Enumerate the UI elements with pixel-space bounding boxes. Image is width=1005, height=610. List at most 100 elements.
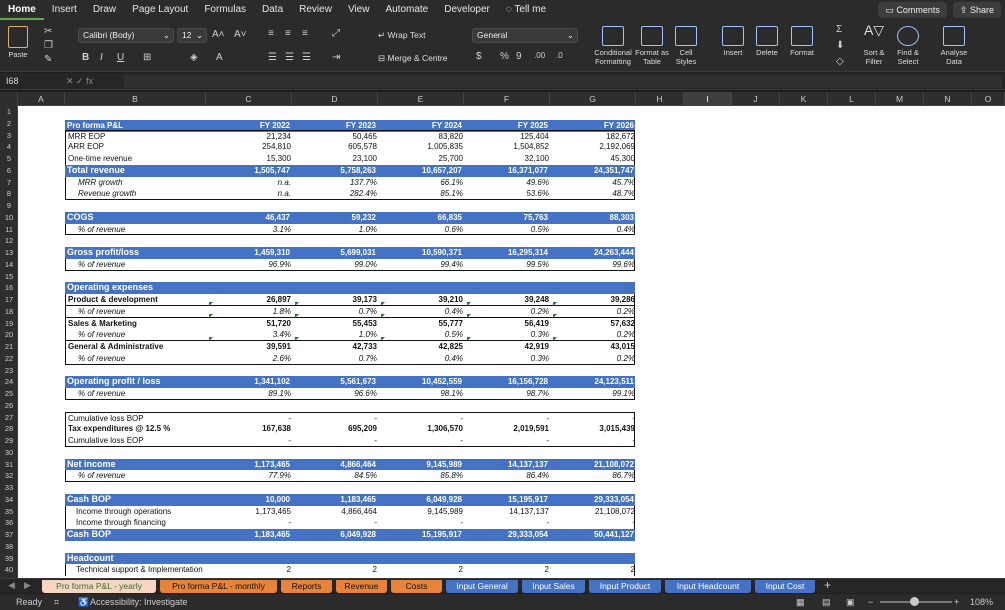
row-header[interactable]: 27 <box>0 412 17 424</box>
value-cell[interactable]: 21,108,072 <box>550 459 634 471</box>
row-header[interactable]: 8 <box>0 188 17 200</box>
tab-reports[interactable]: Reports <box>281 580 332 593</box>
row-label[interactable]: % of revenue <box>68 470 207 482</box>
italic-icon[interactable]: I <box>100 52 103 63</box>
value-cell[interactable]: 1,306,570 <box>379 423 463 435</box>
row-label[interactable]: Operating profit / loss <box>67 376 206 388</box>
value-cell[interactable]: 16,295,314 <box>464 247 548 259</box>
col-header-l[interactable]: L <box>828 92 876 106</box>
col-header-i[interactable]: I <box>684 92 732 106</box>
align-top-icon[interactable]: ≡ <box>268 28 274 39</box>
value-cell[interactable]: 2.6% <box>207 353 291 365</box>
col-header-c[interactable]: C <box>206 92 292 106</box>
row-header[interactable]: 28 <box>0 423 17 435</box>
value-cell[interactable]: 2 <box>293 564 377 576</box>
percent-icon[interactable]: % <box>500 51 509 62</box>
row-header[interactable]: 15 <box>0 271 17 283</box>
row-label[interactable]: One-time revenue <box>68 153 207 165</box>
value-cell[interactable]: 89.1% <box>207 388 291 400</box>
value-cell[interactable]: - <box>293 435 377 447</box>
value-cell[interactable]: 66.1% <box>379 177 463 189</box>
tab-revenue[interactable]: Revenue <box>336 580 387 593</box>
row-label[interactable]: MRR growth <box>68 177 207 189</box>
value-cell[interactable]: - <box>465 435 549 447</box>
value-cell[interactable]: 45,300 <box>551 153 635 165</box>
value-cell[interactable]: 1,005,835 <box>379 141 463 153</box>
value-cell[interactable]: 39,173 <box>293 294 377 306</box>
error-indicator[interactable] <box>295 337 299 341</box>
value-cell[interactable]: 24,123,511 <box>550 376 634 388</box>
value-cell[interactable]: 0.4% <box>551 224 635 236</box>
row-label[interactable]: Cumulative loss EOP <box>68 435 207 447</box>
cut-icon[interactable]: ✂ <box>44 26 52 37</box>
align-left-icon[interactable]: ☰ <box>268 52 277 63</box>
value-cell[interactable] <box>206 553 290 565</box>
value-cell[interactable]: 0.2% <box>551 329 635 341</box>
col-header-j[interactable]: J <box>732 92 780 106</box>
value-cell[interactable]: 42,825 <box>379 341 463 353</box>
row-label[interactable]: % of revenue <box>68 306 207 318</box>
error-indicator[interactable] <box>467 313 471 318</box>
value-cell[interactable]: 29,333,054 <box>550 494 634 506</box>
col-header-o[interactable]: O <box>972 92 1005 106</box>
error-indicator[interactable] <box>209 313 213 318</box>
value-cell[interactable]: 85.1% <box>379 188 463 200</box>
value-cell[interactable]: 39,210 <box>379 294 463 306</box>
row-label[interactable]: % of revenue <box>68 224 207 236</box>
row-header[interactable]: 38 <box>0 541 17 553</box>
value-cell[interactable]: - <box>379 517 463 529</box>
value-cell[interactable]: 0.7% <box>293 306 377 318</box>
value-cell[interactable]: 99.1% <box>551 388 635 400</box>
value-cell[interactable]: 75,763 <box>464 212 548 224</box>
comma-style-icon[interactable]: 9 <box>516 51 522 62</box>
row-header[interactable]: 23 <box>0 365 17 377</box>
value-cell[interactable]: 77.9% <box>207 470 291 482</box>
prev-sheet-icon[interactable]: ◀ <box>8 580 15 591</box>
confirm-icon[interactable]: ✓ <box>76 76 86 86</box>
row-header[interactable]: 36 <box>0 517 17 529</box>
row-label[interactable]: Cash BOP <box>67 494 206 506</box>
align-middle-icon[interactable]: ≡ <box>285 28 291 39</box>
zoom-level[interactable]: 108% <box>970 594 993 610</box>
value-cell[interactable]: 0.7% <box>293 353 377 365</box>
value-cell[interactable]: 86.7% <box>551 470 635 482</box>
value-cell[interactable]: 0.3% <box>465 329 549 341</box>
menu-draw[interactable]: Draw <box>85 0 124 20</box>
menu-developer[interactable]: Developer <box>436 0 498 20</box>
row-header[interactable]: 11 <box>0 224 17 236</box>
row-label[interactable]: Sales & Marketing <box>68 318 207 330</box>
value-cell[interactable]: 2 <box>465 564 549 576</box>
value-cell[interactable]: 43,015 <box>551 341 635 353</box>
row-header[interactable]: 5 <box>0 153 17 165</box>
row-header[interactable]: 31 <box>0 459 17 471</box>
comments-button[interactable]: ▭ Comments <box>878 2 947 18</box>
row-label[interactable]: Income through operations <box>68 506 207 518</box>
value-cell[interactable]: 0.6% <box>379 224 463 236</box>
value-cell[interactable] <box>550 553 634 565</box>
fx-icon[interactable]: fx <box>86 76 93 86</box>
col-header-n[interactable]: N <box>924 92 972 106</box>
value-cell[interactable] <box>464 282 548 294</box>
value-cell[interactable]: 10,452,559 <box>378 376 462 388</box>
font-color-icon[interactable]: A <box>216 52 223 63</box>
value-cell[interactable]: 42,733 <box>293 341 377 353</box>
decrease-decimal-icon[interactable]: .0 <box>556 51 563 60</box>
analyse-data-button[interactable]: Analyse Data <box>936 26 972 66</box>
value-cell[interactable]: 53.6% <box>465 188 549 200</box>
value-cell[interactable]: 2 <box>207 564 291 576</box>
row-header[interactable]: 7 <box>0 177 17 189</box>
value-cell[interactable]: 254,810 <box>207 141 291 153</box>
value-cell[interactable]: 49.6% <box>465 177 549 189</box>
value-cell[interactable]: 86.4% <box>465 470 549 482</box>
error-indicator[interactable] <box>209 337 213 341</box>
value-cell[interactable]: 57,632 <box>551 318 635 330</box>
error-indicator[interactable] <box>295 313 299 318</box>
row-header[interactable]: 19 <box>0 318 17 330</box>
cell-styles-button[interactable]: Cell Styles <box>670 26 702 66</box>
value-cell[interactable]: 10,590,371 <box>378 247 462 259</box>
value-cell[interactable]: 9,145,989 <box>379 506 463 518</box>
row-header[interactable]: 37 <box>0 529 17 541</box>
value-cell[interactable]: 4,866,464 <box>292 459 376 471</box>
row-header[interactable]: 24 <box>0 376 17 388</box>
value-cell[interactable]: 0.5% <box>379 329 463 341</box>
